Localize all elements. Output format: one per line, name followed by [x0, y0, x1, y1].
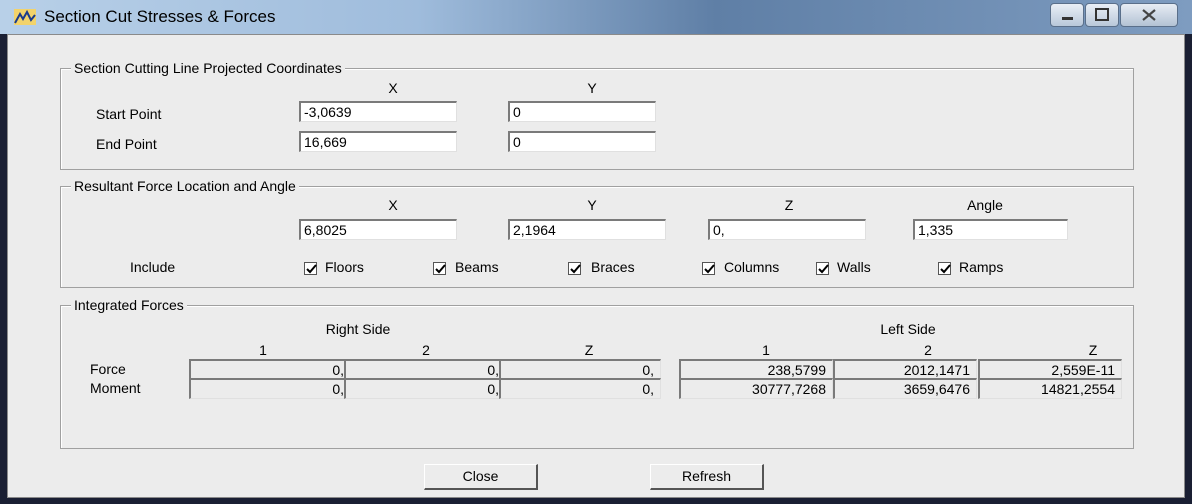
moment-right-z: 0, — [499, 378, 661, 399]
moment-left-2: 3659,6476 — [833, 378, 977, 399]
minimize-icon — [1062, 17, 1073, 20]
col-header: 1 — [259, 342, 267, 358]
dialog-body: Section Cutting Line Projected Coordinat… — [7, 34, 1185, 498]
col-header: 2 — [422, 342, 430, 358]
moment-right-1: 0, — [189, 378, 351, 399]
app-icon — [14, 9, 36, 25]
resultant-angle-field[interactable]: 1,335 — [913, 219, 1068, 240]
braces-label: Braces — [591, 259, 635, 275]
check-icon — [435, 264, 446, 274]
maximize-button[interactable] — [1085, 3, 1119, 27]
end-y-field[interactable]: 0 — [508, 131, 656, 152]
ramps-checkbox[interactable] — [938, 262, 951, 275]
check-icon — [704, 264, 715, 274]
coords-col-y-header: Y — [587, 80, 597, 96]
col-header: 1 — [762, 342, 770, 358]
columns-label: Columns — [724, 259, 780, 275]
refresh-button[interactable]: Refresh — [650, 464, 764, 490]
resultant-col-angle-header: Angle — [967, 197, 1003, 213]
left-side-header: Left Side — [880, 321, 936, 337]
resultant-col-z-header: Z — [784, 197, 794, 213]
check-icon — [306, 264, 317, 274]
moment-left-z: 14821,2554 — [978, 378, 1122, 399]
maximize-icon — [1095, 8, 1109, 21]
end-point-label: End Point — [96, 136, 157, 152]
check-icon — [940, 264, 951, 274]
walls-checkbox[interactable] — [816, 262, 829, 275]
resultant-col-x-header: X — [388, 197, 398, 213]
end-x-field[interactable]: 16,669 — [299, 131, 457, 152]
force-left-1: 238,5799 — [679, 359, 833, 380]
resultant-col-y-header: Y — [587, 197, 597, 213]
start-point-label: Start Point — [96, 106, 162, 122]
force-left-2: 2012,1471 — [833, 359, 977, 380]
start-y-field[interactable]: 0 — [508, 101, 656, 122]
floors-checkbox[interactable] — [304, 262, 317, 275]
title-bar: Section Cut Stresses & Forces — [0, 0, 1192, 34]
close-icon — [1142, 9, 1156, 21]
close-button[interactable]: Close — [424, 464, 538, 490]
right-side-header: Right Side — [325, 321, 391, 337]
force-right-2: 0, — [344, 359, 506, 380]
include-label: Include — [130, 259, 176, 275]
minimize-button[interactable] — [1050, 3, 1084, 27]
beams-label: Beams — [455, 259, 499, 275]
integrated-forces-group-title: Integrated Forces — [71, 297, 187, 313]
resultant-z-field[interactable]: 0, — [708, 219, 866, 240]
check-icon — [570, 264, 581, 274]
columns-checkbox[interactable] — [702, 262, 715, 275]
moment-left-1: 30777,7268 — [679, 378, 833, 399]
braces-checkbox[interactable] — [568, 262, 581, 275]
resultant-y-field[interactable]: 2,1964 — [508, 219, 666, 240]
force-left-z: 2,559E-11 — [978, 359, 1122, 380]
resultant-group-title: Resultant Force Location and Angle — [71, 178, 299, 194]
walls-label: Walls — [837, 259, 871, 275]
force-right-1: 0, — [189, 359, 351, 380]
col-header: Z — [1088, 342, 1098, 358]
close-window-button[interactable] — [1120, 3, 1178, 27]
beams-checkbox[interactable] — [433, 262, 446, 275]
ramps-label: Ramps — [959, 259, 1004, 275]
col-header: 2 — [924, 342, 932, 358]
force-right-z: 0, — [499, 359, 661, 380]
floors-label: Floors — [325, 259, 364, 275]
check-icon — [818, 264, 829, 274]
coordinates-group-title: Section Cutting Line Projected Coordinat… — [71, 60, 345, 76]
window-title: Section Cut Stresses & Forces — [44, 7, 276, 26]
start-x-field[interactable]: -3,0639 — [299, 101, 457, 122]
col-header: Z — [584, 342, 594, 358]
force-row-label: Force — [90, 361, 126, 377]
moment-row-label: Moment — [90, 380, 141, 396]
moment-right-2: 0, — [344, 378, 506, 399]
coords-col-x-header: X — [388, 80, 398, 96]
resultant-x-field[interactable]: 6,8025 — [299, 219, 457, 240]
